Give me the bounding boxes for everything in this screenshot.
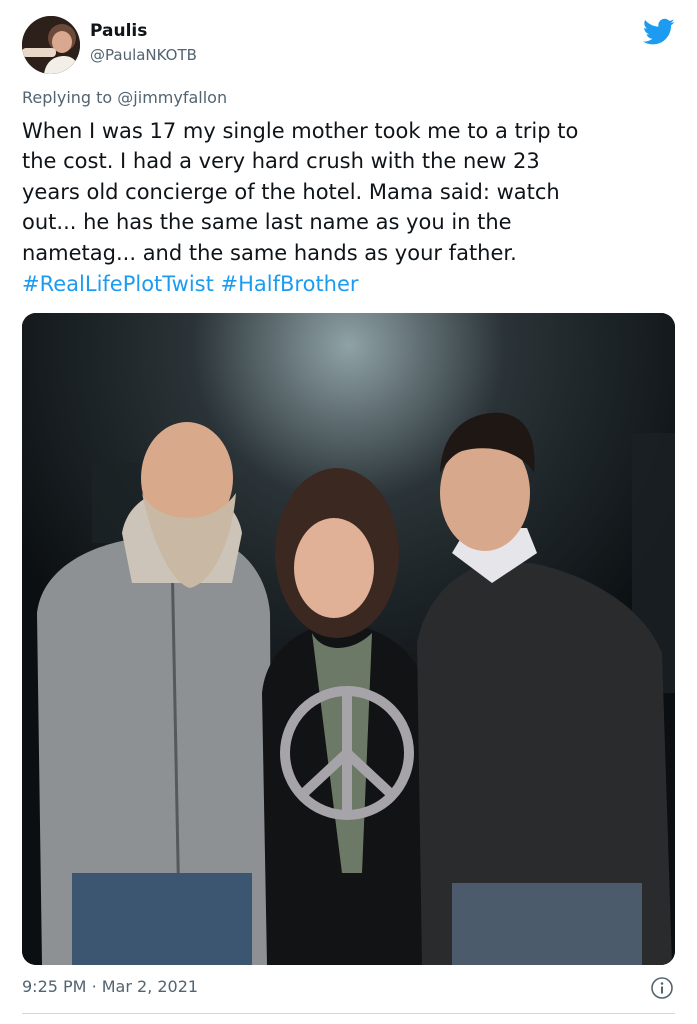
reply-mention-link[interactable]: @jimmyfallon xyxy=(117,88,227,107)
info-icon[interactable] xyxy=(650,976,674,1000)
group-photo-image xyxy=(22,313,675,965)
tweet-timestamp[interactable]: 9:25 PM · Mar 2, 2021 xyxy=(22,977,198,996)
timestamp-separator: · xyxy=(91,977,97,996)
reply-context: Replying to @jimmyfallon xyxy=(22,88,227,107)
tweet-time: 9:25 PM xyxy=(22,977,87,996)
twitter-bird-icon[interactable] xyxy=(643,18,675,46)
reply-prefix: Replying to xyxy=(22,88,113,107)
avatar-image xyxy=(22,16,80,74)
hashtag-list: #RealLifePlotTwist #HalfBrother xyxy=(22,269,359,299)
tweet-photo[interactable] xyxy=(22,313,675,965)
tweet-text: When I was 17 my single mother took me t… xyxy=(22,119,579,265)
avatar[interactable] xyxy=(22,16,80,74)
hashtag-link[interactable]: #HalfBrother xyxy=(221,272,359,296)
tweet-card: Paulis @PaulaNKOTB Replying to @jimmyfal… xyxy=(0,0,697,1024)
user-handle[interactable]: @PaulaNKOTB xyxy=(90,46,197,64)
divider xyxy=(22,1013,675,1014)
display-name[interactable]: Paulis xyxy=(90,21,147,41)
hashtag-link[interactable]: #RealLifePlotTwist xyxy=(22,272,214,296)
tweet-date: Mar 2, 2021 xyxy=(101,977,199,996)
